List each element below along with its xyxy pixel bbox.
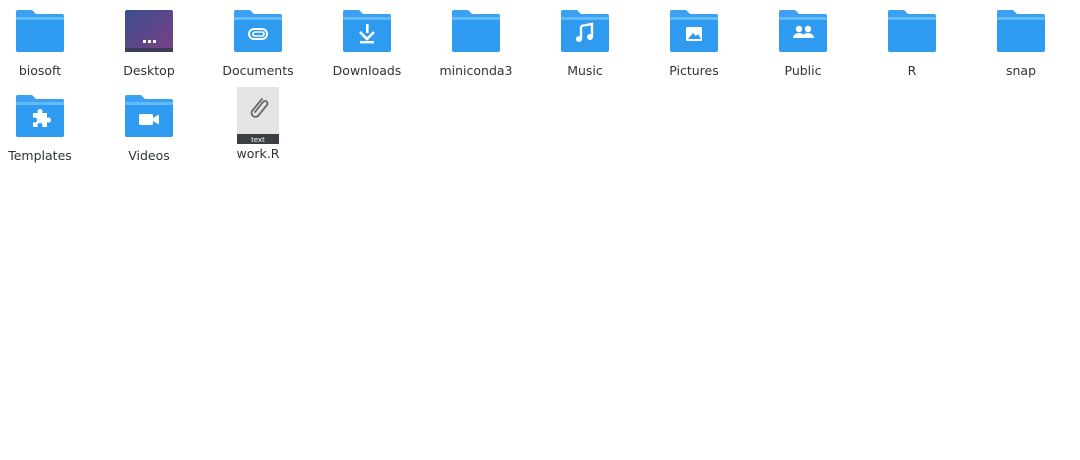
desktop-folder-icon xyxy=(123,8,175,54)
templates-folder-icon xyxy=(14,93,66,139)
folder-snap[interactable]: snap xyxy=(976,8,1066,88)
item-label: biosoft xyxy=(18,63,62,78)
item-label: Downloads xyxy=(332,63,402,78)
folder-templates[interactable]: Templates xyxy=(0,93,85,173)
folder-pictures[interactable]: Pictures xyxy=(649,8,739,88)
file-type-badge: text xyxy=(251,136,265,144)
item-label: miniconda3 xyxy=(439,63,513,78)
item-label: Pictures xyxy=(669,63,719,78)
folder-icon xyxy=(450,8,502,54)
documents-folder-icon xyxy=(232,8,284,54)
pictures-folder-icon xyxy=(668,8,720,54)
file-icon-grid: biosoft Desktop Documents Downloads mini… xyxy=(0,0,1080,460)
videos-folder-icon xyxy=(123,93,175,139)
folder-public[interactable]: Public xyxy=(758,8,848,88)
folder-videos[interactable]: Videos xyxy=(104,93,194,173)
folder-biosoft[interactable]: biosoft xyxy=(0,8,85,88)
item-label: Documents xyxy=(222,63,294,78)
file-work-r[interactable]: text work.R xyxy=(213,86,303,166)
folder-icon xyxy=(14,8,66,54)
folder-icon xyxy=(886,8,938,54)
folder-desktop[interactable]: Desktop xyxy=(104,8,194,88)
folder-downloads[interactable]: Downloads xyxy=(322,8,412,88)
item-label: R xyxy=(907,63,917,78)
folder-r[interactable]: R xyxy=(867,8,957,88)
item-label: Public xyxy=(784,63,822,78)
item-label: Desktop xyxy=(123,63,175,78)
folder-miniconda3[interactable]: miniconda3 xyxy=(431,8,521,88)
text-file-icon: text xyxy=(232,86,284,146)
item-label: Videos xyxy=(128,148,170,163)
item-label: Music xyxy=(567,63,603,78)
public-folder-icon xyxy=(777,8,829,54)
folder-documents[interactable]: Documents xyxy=(213,8,303,88)
item-label: work.R xyxy=(236,146,280,161)
item-label: Templates xyxy=(8,148,72,163)
downloads-folder-icon xyxy=(341,8,393,54)
folder-music[interactable]: Music xyxy=(540,8,630,88)
folder-icon xyxy=(995,8,1047,54)
item-label: snap xyxy=(1005,63,1037,78)
music-folder-icon xyxy=(559,8,611,54)
